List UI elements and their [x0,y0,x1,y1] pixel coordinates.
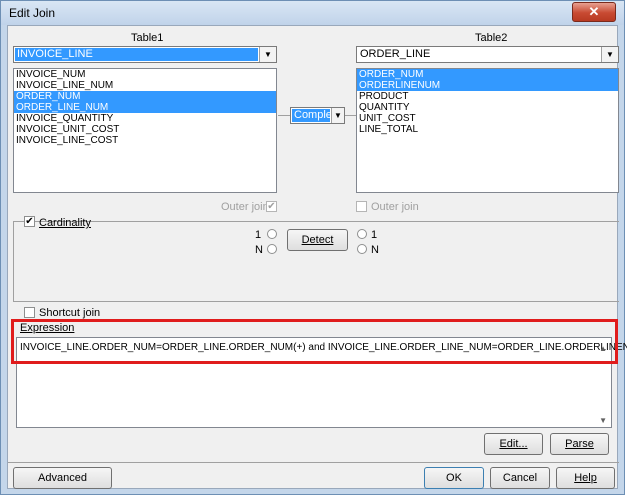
operator-select[interactable]: Complex ▼ [290,107,345,124]
ok-button[interactable]: OK [424,467,484,489]
table2-outer-join-label: Outer join [371,201,419,213]
list-item[interactable]: ORDER_LINE_NUM [14,102,276,113]
ok-button-label: OK [446,472,462,484]
edit-button-label: Edit... [499,438,528,450]
table1-column-list[interactable]: INVOICE_NUM INVOICE_LINE_NUM ORDER_NUM O… [13,68,277,193]
table2-outer-join-checkbox[interactable] [356,201,367,212]
title-bar: Edit Join ✕ [1,1,624,25]
help-button[interactable]: Help [556,467,615,489]
parse-button-label: Parse [565,438,594,450]
cancel-button-label: Cancel [502,472,538,484]
right-n-radio[interactable] [357,244,367,254]
cardinality-checkbox[interactable]: ✔ [24,216,35,227]
table1-selected-value: INVOICE_LINE [15,48,258,61]
table1-label: Table1 [131,32,164,44]
help-button-label: Help [574,472,597,484]
scroll-down-icon[interactable]: ▼ [599,416,607,425]
table1-outer-join-checkbox[interactable]: ✔ [266,201,277,212]
dialog-body: Table1 INVOICE_LINE ▼ INVOICE_NUM INVOIC… [7,25,627,489]
chevron-down-icon[interactable]: ▼ [601,47,618,62]
list-item[interactable]: ORDER_NUM [14,91,276,102]
table2-column-list[interactable]: ORDER_NUM ORDERLINENUM PRODUCT QUANTITY … [356,68,619,193]
list-item[interactable]: PRODUCT [357,91,618,102]
close-button[interactable]: ✕ [572,2,616,22]
right-one-label: 1 [371,229,378,241]
chevron-down-icon[interactable]: ▼ [259,47,276,62]
left-n-radio[interactable] [267,244,277,254]
edit-button[interactable]: Edit... [484,433,543,455]
list-item[interactable]: UNIT_COST [357,113,618,124]
list-item[interactable]: INVOICE_LINE_COST [14,135,276,146]
table1-outer-join-label: Outer join [221,201,269,213]
list-item[interactable]: INVOICE_NUM [14,69,276,80]
list-item[interactable]: ORDERLINENUM [357,80,618,91]
close-icon[interactable]: ✕ [589,4,600,19]
parse-button[interactable]: Parse [550,433,609,455]
detect-button[interactable]: Detect [287,229,348,251]
right-n-label: N [371,244,379,256]
left-n-label: N [255,244,263,256]
list-item[interactable]: ORDER_NUM [357,69,618,80]
table1-select[interactable]: INVOICE_LINE ▼ [13,46,277,63]
chevron-down-icon[interactable]: ▼ [331,108,344,123]
cardinality-divider [13,221,619,222]
left-one-radio[interactable] [267,229,277,239]
table2-selected-value: ORDER_LINE [360,48,431,60]
right-one-radio[interactable] [357,229,367,239]
cardinality-label: Cardinality [39,217,91,229]
cancel-button[interactable]: Cancel [490,467,550,489]
table2-label: Table2 [475,32,508,44]
list-item[interactable]: INVOICE_UNIT_COST [14,124,276,135]
list-item[interactable]: QUANTITY [357,102,618,113]
advanced-button-label: Advanced [38,472,87,484]
edit-join-window: Edit Join ✕ Table1 INVOICE_LINE ▼ INVOIC… [0,0,627,495]
detect-button-label: Detect [301,234,334,246]
operator-connector-left [278,115,290,116]
list-item[interactable]: INVOICE_LINE_NUM [14,80,276,91]
operator-selected-value: Complex [292,109,338,122]
shortcut-join-checkbox[interactable] [24,307,35,318]
shortcut-divider [13,301,619,302]
footer-divider [8,462,619,463]
expression-highlight-box [11,319,618,364]
list-item[interactable]: LINE_TOTAL [357,124,618,135]
operator-connector-right [345,115,356,116]
advanced-button[interactable]: Advanced [13,467,112,489]
window-title: Edit Join [9,6,56,20]
list-item[interactable]: INVOICE_QUANTITY [14,113,276,124]
table2-select[interactable]: ORDER_LINE ▼ [356,46,619,63]
shortcut-join-label: Shortcut join [39,307,101,319]
cardinality-frame-left [13,221,14,301]
left-one-label: 1 [255,229,262,241]
